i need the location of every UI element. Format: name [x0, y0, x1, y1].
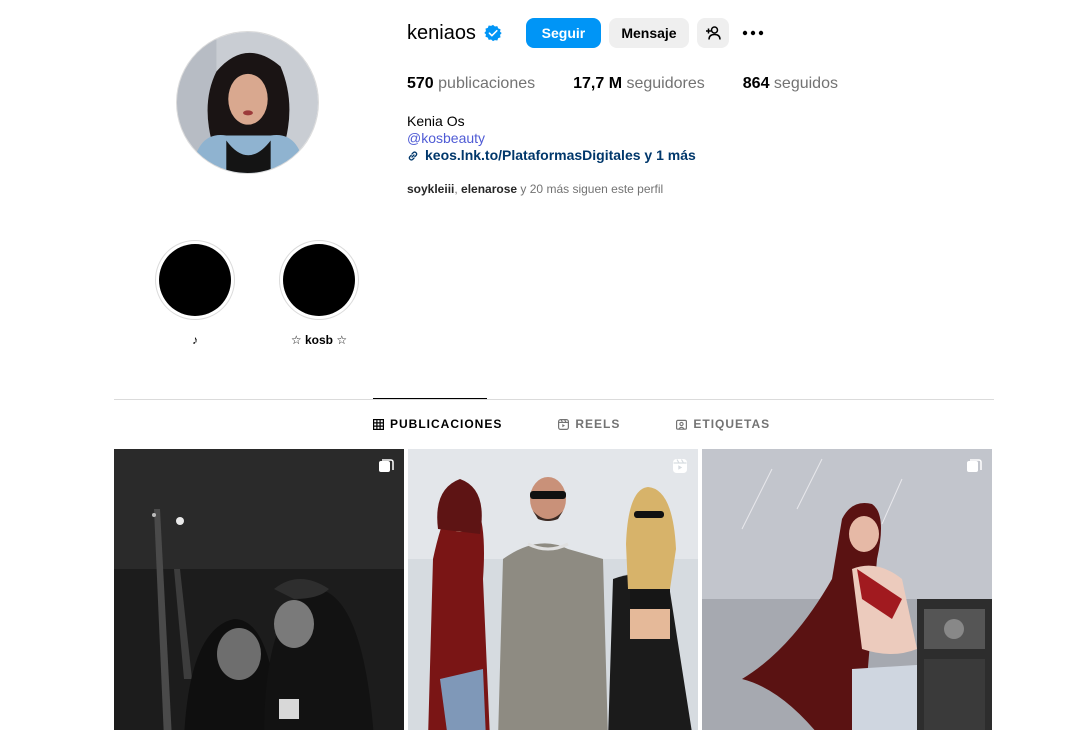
post-image — [114, 449, 404, 730]
followed-by-note[interactable]: soykleiii, elenarose y 20 más siguen est… — [407, 182, 663, 196]
post-tile[interactable] — [408, 449, 698, 730]
verified-badge-icon — [484, 24, 502, 42]
reel-icon — [673, 459, 687, 473]
tab-label: PUBLICACIONES — [390, 417, 503, 431]
post-image — [702, 449, 992, 730]
tab-label: ETIQUETAS — [693, 417, 771, 431]
story-highlight[interactable]: ♪ — [155, 240, 235, 347]
highlight-cover — [283, 244, 355, 316]
following-count: 864 — [742, 75, 770, 92]
highlight-cover — [159, 244, 231, 316]
username: keniaos — [407, 21, 476, 44]
grid-icon — [373, 418, 384, 430]
followers-stat[interactable]: 17,7 M seguidores — [573, 75, 705, 93]
follow-button[interactable]: Seguir — [525, 18, 601, 48]
following-stat[interactable]: 864 seguidos — [743, 75, 838, 93]
link-icon — [408, 150, 418, 161]
profile-stats: 570 publicaciones 17,7 M seguidores 864 … — [407, 75, 876, 93]
tab-publicaciones[interactable]: PUBLICACIONES — [373, 417, 502, 431]
story-highlight[interactable]: ☆ kosb ☆ — [279, 240, 359, 347]
followed-by-suffix: y 20 más siguen este perfil — [517, 182, 664, 196]
posts-count: 570 — [407, 75, 434, 92]
post-tile[interactable] — [702, 449, 992, 730]
profile-header-row: keniaos Seguir Mensaje — [407, 18, 767, 48]
tab-reels[interactable]: REELS — [558, 417, 620, 431]
highlight-label: ☆ kosb ☆ — [290, 333, 348, 347]
active-tab-indicator — [373, 398, 487, 399]
carousel-icon — [967, 459, 982, 472]
mentioned-handle-link[interactable]: @kosbeauty — [407, 130, 696, 147]
highlight-ring — [279, 240, 359, 320]
posts-label: publicaciones — [438, 75, 536, 92]
reels-icon — [558, 418, 570, 430]
followers-label: seguidores — [626, 75, 705, 92]
message-button[interactable]: Mensaje — [608, 18, 689, 48]
tab-etiquetas[interactable]: ETIQUETAS — [676, 417, 770, 431]
highlight-ring — [155, 240, 235, 320]
profile-tabs: PUBLICACIONES REELS ETIQUETAS — [373, 417, 826, 431]
profile-bio: Kenia Os @kosbeauty keos.lnk.to/Platafor… — [407, 113, 696, 164]
bio-link-text: keos.lnk.to/PlataformasDigitales y 1 más — [425, 147, 696, 163]
post-tile[interactable] — [114, 449, 404, 730]
profile-avatar[interactable] — [176, 31, 319, 174]
tabs-divider — [114, 399, 994, 400]
posts-grid — [114, 449, 992, 730]
carousel-icon — [379, 459, 394, 472]
highlight-label: ♪ — [192, 333, 198, 347]
avatar-image — [177, 32, 318, 173]
tab-label: REELS — [575, 417, 621, 431]
followed-by-user-2: elenarose — [461, 182, 518, 196]
full-name: Kenia Os — [407, 113, 465, 129]
followers-count: 17,7 M — [573, 75, 623, 92]
followed-by-user-1: soykleiii — [407, 182, 455, 196]
bio-external-link[interactable]: keos.lnk.to/PlataformasDigitales y 1 más — [407, 147, 696, 164]
posts-stat: 570 publicaciones — [407, 75, 535, 93]
following-label: seguidos — [773, 75, 838, 92]
add-person-icon — [705, 26, 721, 40]
post-image — [408, 449, 698, 730]
more-dots-icon — [742, 30, 764, 36]
more-options-button[interactable] — [739, 18, 767, 48]
tagged-icon — [676, 419, 688, 430]
suggested-users-button[interactable] — [696, 18, 729, 48]
